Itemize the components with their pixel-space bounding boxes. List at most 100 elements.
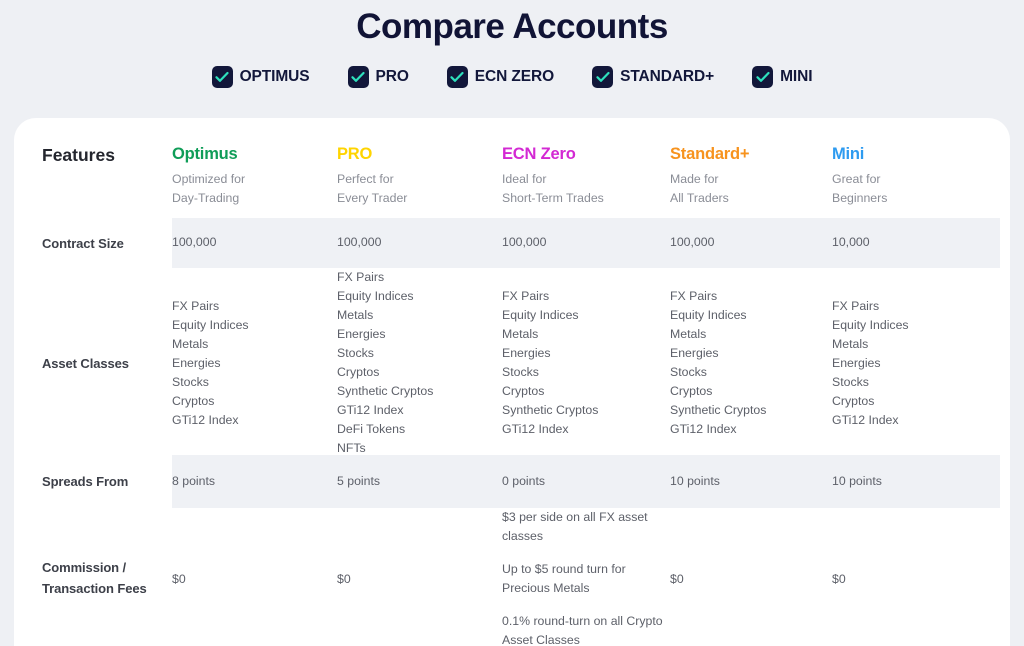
asset-list-item: FX Pairs	[337, 268, 433, 287]
cell-spreads-pro: 5 points	[337, 455, 502, 508]
cell-commission-standard-plus: $0	[670, 508, 832, 646]
comparison-table-card: Features Optimus Optimized for Day-Tradi…	[14, 118, 1010, 646]
legend-item-mini[interactable]: MINI	[752, 66, 812, 88]
asset-list-item: Stocks	[502, 363, 598, 382]
cell-spreads-standard-plus: 10 points	[670, 455, 832, 508]
asset-list-item: Synthetic Cryptos	[337, 382, 433, 401]
plan-subtitle-line1: Great for	[832, 170, 1010, 188]
asset-list-item: Equity Indices	[670, 306, 766, 325]
asset-list-item: Equity Indices	[502, 306, 598, 325]
legend-item-label: ECN ZERO	[475, 68, 554, 86]
legend-item-pro[interactable]: PRO	[348, 66, 409, 88]
plan-subtitle-line1: Perfect for	[337, 170, 502, 188]
asset-list-item: Metals	[502, 325, 598, 344]
plan-name: Mini	[832, 145, 1010, 163]
legend-item-label: OPTIMUS	[240, 68, 310, 86]
asset-list: FX PairsEquity IndicesMetalsEnergiesStoc…	[670, 287, 766, 439]
plan-subtitle-line2: Day-Trading	[172, 189, 337, 207]
plan-subtitle-line1: Ideal for	[502, 170, 670, 188]
plan-subtitle-line1: Made for	[670, 170, 832, 188]
plan-header-optimus: Optimus Optimized for Day-Trading	[172, 118, 337, 218]
asset-list: FX PairsEquity IndicesMetalsEnergiesStoc…	[502, 287, 598, 439]
plan-subtitle-line2: Every Trader	[337, 189, 502, 207]
checkbox-checked-icon[interactable]	[348, 66, 369, 88]
commission-paragraphs: $3 per side on all FX asset classesUp to…	[502, 508, 670, 646]
cell-contract-size-optimus: 100,000	[172, 218, 337, 268]
asset-list-item: Stocks	[832, 373, 909, 392]
asset-list-item: FX Pairs	[670, 287, 766, 306]
asset-list-item: DeFi Tokens	[337, 420, 433, 439]
asset-list-item: Cryptos	[502, 382, 598, 401]
legend-item-standard[interactable]: STANDARD+	[592, 66, 714, 88]
asset-list-item: FX Pairs	[502, 287, 598, 306]
table-header-row: Features Optimus Optimized for Day-Tradi…	[14, 118, 1010, 218]
asset-list-item: GTi12 Index	[502, 420, 598, 439]
cell-asset-classes-standard-plus: FX PairsEquity IndicesMetalsEnergiesStoc…	[670, 268, 832, 458]
cell-asset-classes-optimus: FX PairsEquity IndicesMetalsEnergiesStoc…	[172, 268, 337, 458]
features-corner-label: Features	[14, 118, 172, 218]
cell-spreads-ecn-zero: 0 points	[502, 455, 670, 508]
asset-list-item: Synthetic Cryptos	[502, 401, 598, 420]
plan-subtitle-line1: Optimized for	[172, 170, 337, 188]
asset-list: FX PairsEquity IndicesMetalsEnergiesStoc…	[337, 268, 433, 458]
plan-name: Optimus	[172, 145, 337, 163]
row-label-asset-classes: Asset Classes	[14, 268, 172, 458]
legend-item-label: PRO	[376, 68, 409, 86]
checkbox-checked-icon[interactable]	[752, 66, 773, 88]
plan-header-ecn-zero: ECN Zero Ideal for Short-Term Trades	[502, 118, 670, 218]
asset-list-item: Energies	[832, 354, 909, 373]
asset-list-item: Equity Indices	[172, 316, 249, 335]
row-label-line1: Commission /	[42, 558, 147, 579]
cell-spreads-mini: 10 points	[832, 455, 1010, 508]
cell-contract-size-standard-plus: 100,000	[670, 218, 832, 268]
table-row: Commission / Transaction Fees $0 $0 $3 p…	[14, 508, 1010, 646]
cell-asset-classes-ecn-zero: FX PairsEquity IndicesMetalsEnergiesStoc…	[502, 268, 670, 458]
cell-contract-size-pro: 100,000	[337, 218, 502, 268]
legend-item-optimus[interactable]: OPTIMUS	[212, 66, 310, 88]
plan-name: PRO	[337, 145, 502, 163]
cell-commission-ecn-zero: $3 per side on all FX asset classesUp to…	[502, 508, 670, 646]
cell-spreads-optimus: 8 points	[172, 455, 337, 508]
asset-list-item: Metals	[172, 335, 249, 354]
asset-list-item: Energies	[670, 344, 766, 363]
plan-subtitle-line2: All Traders	[670, 189, 832, 207]
cell-contract-size-ecn-zero: 100,000	[502, 218, 670, 268]
plan-subtitle-line2: Short-Term Trades	[502, 189, 670, 207]
asset-list-item: GTi12 Index	[337, 401, 433, 420]
checkbox-checked-icon[interactable]	[447, 66, 468, 88]
asset-list-item: Energies	[172, 354, 249, 373]
plan-header-standard-plus: Standard+ Made for All Traders	[670, 118, 832, 218]
page-title: Compare Accounts	[0, 0, 1024, 44]
plan-subtitle-line2: Beginners	[832, 189, 1010, 207]
asset-list-item: Cryptos	[172, 392, 249, 411]
asset-list-item: Energies	[337, 325, 433, 344]
asset-list-item: Cryptos	[337, 363, 433, 382]
plan-header-pro: PRO Perfect for Every Trader	[337, 118, 502, 218]
asset-list-item: GTi12 Index	[832, 411, 909, 430]
table-row: Spreads From 8 points 5 points 0 points …	[14, 455, 1010, 508]
cell-commission-mini: $0	[832, 508, 1010, 646]
cell-commission-pro: $0	[337, 508, 502, 646]
legend-item-label: STANDARD+	[620, 68, 714, 86]
cell-contract-size-mini: 10,000	[832, 218, 1010, 268]
plan-name: Standard+	[670, 145, 832, 163]
asset-list-item: GTi12 Index	[670, 420, 766, 439]
checkbox-checked-icon[interactable]	[212, 66, 233, 88]
legend-item-label: MINI	[780, 68, 812, 86]
asset-list-item: Metals	[670, 325, 766, 344]
asset-list: FX PairsEquity IndicesMetalsEnergiesStoc…	[172, 297, 249, 430]
checkbox-checked-icon[interactable]	[592, 66, 613, 88]
asset-list-item: Cryptos	[670, 382, 766, 401]
asset-list-item: Metals	[337, 306, 433, 325]
asset-list-item: Stocks	[337, 344, 433, 363]
asset-list-item: Energies	[502, 344, 598, 363]
table-row: Contract Size 100,000 100,000 100,000 10…	[14, 218, 1010, 268]
legend-item-ecn-zero[interactable]: ECN ZERO	[447, 66, 554, 88]
asset-list-item: Stocks	[670, 363, 766, 382]
row-label-commission: Commission / Transaction Fees	[14, 508, 172, 646]
commission-paragraph: 0.1% round-turn on all Crypto Asset Clas…	[502, 612, 670, 646]
asset-list-item: GTi12 Index	[172, 411, 249, 430]
asset-list-item: Stocks	[172, 373, 249, 392]
plan-filter-legend: OPTIMUS PRO ECN ZERO STANDARD+ MINI	[0, 64, 1024, 90]
asset-list-item: Equity Indices	[337, 287, 433, 306]
